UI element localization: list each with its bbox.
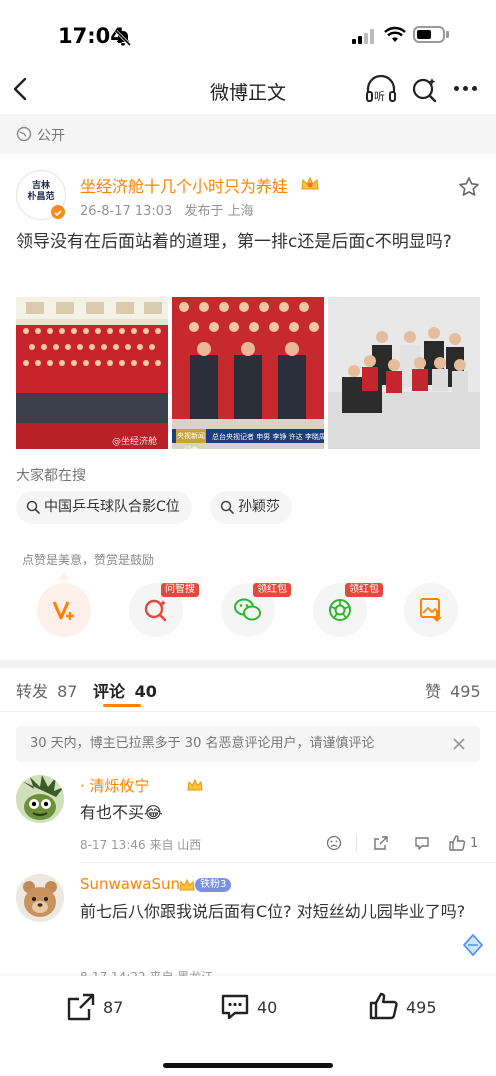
post-timestamp: 26-8-17 13:03 bbox=[80, 204, 173, 219]
wechat-icon bbox=[234, 598, 261, 621]
ai-search-icon bbox=[144, 599, 167, 622]
section-divider bbox=[0, 660, 496, 668]
commenter-avatar[interactable] bbox=[16, 874, 64, 922]
battery-cap bbox=[446, 31, 449, 38]
badge-label: 领红包 bbox=[345, 583, 383, 597]
save-image-button[interactable] bbox=[404, 583, 458, 637]
notice-text: 30 天内，博主已拉黑多于 30 名恶意评论用户，请谨慎评论 bbox=[30, 736, 375, 751]
comment-icon[interactable] bbox=[220, 993, 250, 1021]
tip-pointer bbox=[58, 572, 70, 580]
globe-icon bbox=[16, 126, 32, 142]
moments-icon bbox=[329, 599, 351, 621]
action-divider bbox=[356, 834, 357, 852]
trending-search-title: 大家都在搜 bbox=[16, 468, 86, 484]
nav-bar: 微博正文 听 bbox=[0, 66, 496, 114]
reply-comment-icon[interactable] bbox=[414, 835, 430, 851]
post-photo-3[interactable] bbox=[328, 297, 480, 449]
member-crown-icon bbox=[179, 878, 195, 891]
dislike-face-icon[interactable] bbox=[326, 835, 342, 851]
author-name[interactable]: 坐经济舱十几个小时只为养娃 bbox=[80, 173, 288, 197]
image-download-icon bbox=[420, 598, 442, 622]
reward-tip: 点赞是美意，赞赏是鼓励 bbox=[22, 553, 155, 567]
comment-text: 前七后八你跟我说后面有C位? 对短丝幼儿园毕业了吗? bbox=[80, 902, 466, 921]
tabs-divider bbox=[0, 711, 496, 712]
member-crown-icon bbox=[187, 778, 203, 791]
battery-icon bbox=[413, 26, 445, 43]
commenter-name[interactable]: · 清烁攸宁 bbox=[80, 775, 150, 796]
post-location: 发布于 上海 bbox=[184, 204, 254, 219]
search-chip-label: 孙颖莎 bbox=[238, 499, 280, 515]
status-bar: 17:04 bbox=[0, 0, 496, 66]
wifi-icon bbox=[384, 26, 406, 42]
search-icon bbox=[220, 500, 234, 514]
fan-level-badge: 铁粉3 bbox=[195, 878, 232, 892]
svg-text:总台央视记者 申男 李铮 许达 李晓周 石伟明: 总台央视记者 申男 李铮 许达 李晓周 石伟明 bbox=[212, 432, 324, 441]
visibility-label: 公开 bbox=[37, 128, 65, 144]
like-thumb-icon[interactable] bbox=[448, 834, 466, 852]
comment-notice: 30 天内，博主已拉黑多于 30 名恶意评论用户，请谨慎评论 bbox=[16, 726, 480, 762]
reward-v-icon bbox=[52, 601, 74, 620]
comment-meta: 8-17 13:46 来自 山西 bbox=[80, 838, 202, 852]
home-indicator bbox=[163, 1063, 333, 1068]
active-tab-indicator bbox=[103, 704, 141, 707]
bottom-like-count[interactable]: 495 bbox=[406, 998, 437, 1017]
commenter-avatar[interactable] bbox=[16, 775, 64, 823]
commenter-name[interactable]: SunwawaSun bbox=[80, 875, 180, 893]
comment-text: 有也不买😂 bbox=[80, 803, 163, 822]
search-icon bbox=[26, 500, 40, 514]
search-chip[interactable]: 孙颖莎 bbox=[210, 491, 292, 524]
repost-icon[interactable] bbox=[66, 992, 96, 1022]
close-icon[interactable] bbox=[452, 737, 466, 751]
mute-bell-icon bbox=[114, 29, 132, 47]
tab-repost[interactable]: 转发 87 bbox=[16, 678, 77, 702]
comment-meta: 8-17 14:22 来自 黑龙江 bbox=[80, 968, 213, 976]
photo-2-watermark: 央视新闻记者 bbox=[176, 429, 206, 449]
avatar-text-1: 吉林 bbox=[31, 181, 50, 191]
comment-divider bbox=[80, 862, 496, 863]
tab-likes-count: 495 bbox=[450, 682, 481, 701]
verified-badge-icon bbox=[50, 204, 66, 220]
badge-label: 领红包 bbox=[253, 583, 291, 597]
reward-button[interactable] bbox=[37, 583, 91, 637]
visibility-row: 公开 bbox=[0, 114, 496, 154]
share-icon[interactable] bbox=[373, 835, 389, 851]
post-body-text: 领导没有在后面站着的道理，第一排c还是后面c不明显吗? bbox=[16, 232, 452, 252]
tab-likes[interactable]: 赞 495 bbox=[425, 678, 481, 702]
search-chip-label: 中国乒乓球队合影C位 bbox=[44, 499, 180, 515]
member-crown-icon bbox=[300, 175, 320, 192]
tab-likes-label: 赞 bbox=[425, 682, 442, 701]
tab-comment-label: 评论 bbox=[93, 682, 126, 701]
search-chip[interactable]: 中国乒乓球队合影C位 bbox=[16, 491, 192, 524]
tab-repost-count: 87 bbox=[57, 682, 78, 701]
ai-search-icon[interactable] bbox=[410, 75, 440, 105]
tab-comment[interactable]: 评论 40 bbox=[93, 678, 157, 702]
bottom-action-bar bbox=[0, 976, 496, 1076]
tab-comment-count: 40 bbox=[134, 682, 157, 701]
post-meta: 26-8-17 13:03 发布于 上海 bbox=[80, 200, 254, 219]
svg-text:听: 听 bbox=[374, 90, 385, 103]
photo-1-watermark: @坐经济舱 bbox=[112, 437, 158, 447]
bottom-repost-count[interactable]: 87 bbox=[103, 998, 123, 1017]
tab-repost-label: 转发 bbox=[16, 682, 49, 701]
post-photo-1[interactable]: @坐经济舱 bbox=[16, 297, 168, 449]
bottom-comment-count[interactable]: 40 bbox=[257, 998, 277, 1017]
like-thumb-icon[interactable] bbox=[368, 991, 400, 1021]
cellular-signal-icon bbox=[352, 28, 376, 44]
ai-diamond-icon[interactable] bbox=[460, 932, 486, 958]
star-favorite-icon[interactable] bbox=[458, 176, 480, 198]
avatar-text-2: 朴昌范 bbox=[27, 192, 55, 202]
listen-headphones-icon[interactable]: 听 bbox=[364, 75, 398, 105]
post-photo-2[interactable]: 总台央视记者 申男 李铮 许达 李晓周 石伟明 央视新闻记者 bbox=[172, 297, 324, 449]
comment-like-count: 1 bbox=[470, 836, 479, 851]
badge-label: 问智搜 bbox=[161, 583, 199, 597]
